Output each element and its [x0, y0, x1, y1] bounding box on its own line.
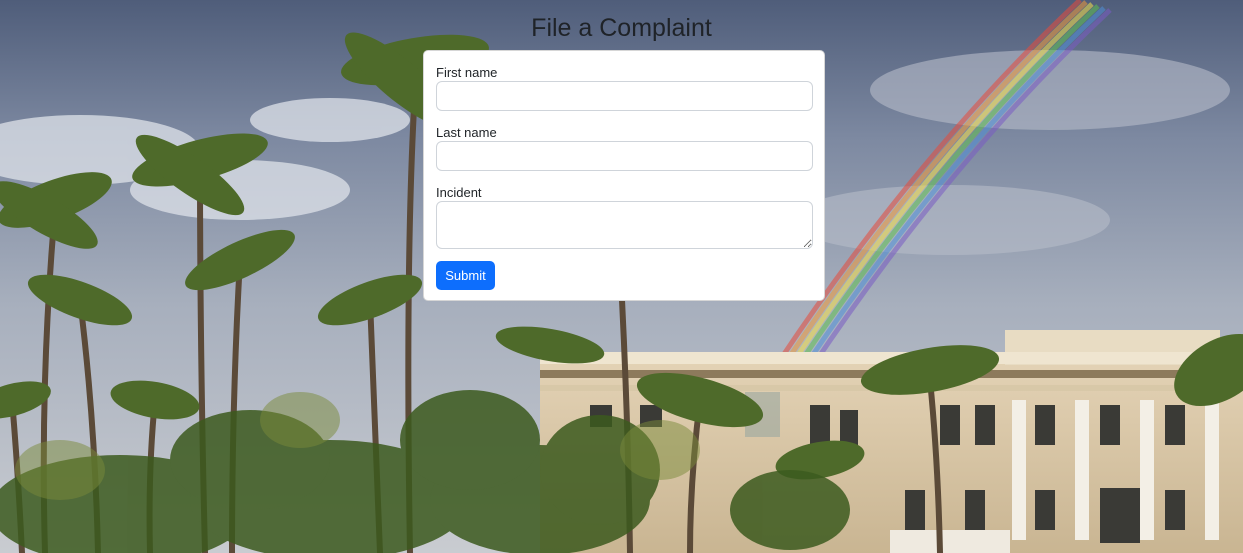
last-name-field[interactable] [436, 141, 813, 171]
complaint-form: First name Last name Incident Submit [423, 50, 825, 301]
page-title: File a Complaint [531, 14, 712, 42]
last-name-label: Last name [436, 125, 497, 140]
first-name-field[interactable] [436, 81, 813, 111]
complaint-page: File a Complaint First name Last name In… [0, 0, 1243, 553]
incident-field[interactable] [436, 201, 813, 249]
incident-label: Incident [436, 185, 482, 200]
first-name-label: First name [436, 65, 498, 80]
submit-button[interactable]: Submit [436, 261, 495, 290]
